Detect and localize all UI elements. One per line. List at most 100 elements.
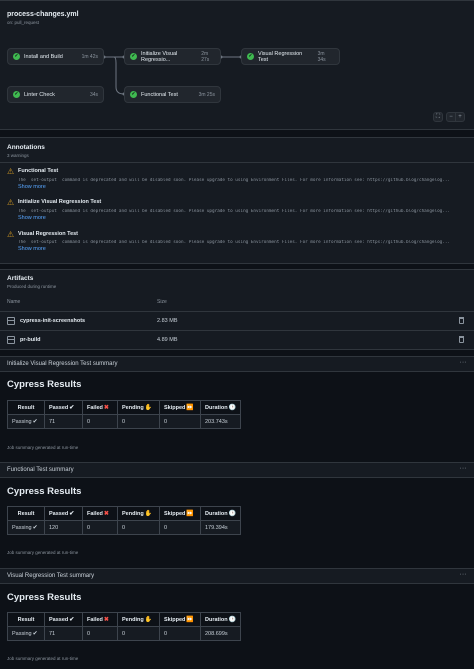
cross-icon: ✖ (103, 617, 109, 623)
job-name: Initialize Visual Regressio... (141, 50, 178, 63)
hand-icon: ✋ (144, 405, 153, 411)
clock-icon: 🕒 (228, 511, 237, 517)
artifact-size: 4.89 MB (157, 337, 178, 343)
results-table: Result Passed✔ Failed✖ Pending✋ Skipped⏩… (7, 400, 242, 429)
job-visual-regression-test[interactable]: ✓ Visual Regression Test 3m 34s (241, 48, 340, 65)
col-duration: Duration🕒 (199, 506, 242, 521)
results-table: Result Passed✔ Failed✖ Pending✋ Skipped⏩… (7, 506, 242, 535)
summary-heading: Initialize Visual Regression Test summar… (7, 361, 118, 367)
trash-icon[interactable] (459, 336, 464, 343)
success-check-icon: ✓ (13, 53, 20, 60)
table-row: Passing✔ 71 0 0 0 203.743s (7, 414, 242, 429)
success-check-icon: ✓ (247, 53, 254, 60)
annotation-message: The `set-output` command is deprecated a… (18, 209, 451, 214)
pending-cell: 0 (117, 414, 160, 429)
duration-cell: 203.743s (199, 414, 242, 429)
fast-forward-icon: ⏩ (186, 617, 194, 623)
annotation-title[interactable]: Initialize Visual Regression Test (18, 199, 101, 205)
trash-icon[interactable] (459, 317, 464, 324)
fullscreen-button[interactable]: ⛶ (433, 112, 443, 122)
job-duration: 3m 34s (317, 50, 326, 63)
col-pending: Pending✋ (117, 506, 160, 521)
col-failed: Failed✖ (82, 612, 118, 627)
cypress-results-title: Cypress Results (7, 379, 82, 390)
warning-icon: ⚠ (7, 167, 15, 176)
job-duration: 3m 25s (198, 91, 215, 98)
kebab-menu-icon[interactable]: ··· (458, 571, 468, 580)
check-icon: ✔ (69, 511, 75, 517)
zoom-in-button[interactable]: + (455, 112, 465, 122)
col-passed: Passed✔ (44, 612, 83, 627)
passed-cell: 71 (44, 626, 83, 641)
summary-heading: Visual Regression Test summary (7, 573, 95, 579)
clock-icon: 🕒 (228, 617, 237, 623)
annotation-title[interactable]: Visual Regression Test (18, 231, 78, 237)
hand-icon: ✋ (144, 617, 153, 623)
skipped-cell: 0 (159, 626, 201, 641)
failed-cell: 0 (82, 414, 118, 429)
col-pending: Pending✋ (117, 400, 160, 415)
col-skipped: Skipped⏩ (159, 612, 201, 627)
artifact-size: 2.83 MB (157, 318, 178, 324)
artifact-name[interactable]: cypress-init-screenshots (20, 318, 85, 324)
annotation-title[interactable]: Functional Test (18, 168, 58, 174)
workflow-graph-panel: process-changes.yml on: pull_request ✓ I… (0, 0, 474, 130)
summary-footer: Job summary generated at run-time (7, 656, 79, 661)
annotations-panel: Annotations 3 warnings ⚠ Functional Test… (0, 137, 474, 264)
show-more-link[interactable]: Show more (18, 246, 46, 252)
job-linter-check[interactable]: ✓ Linter Check 34s (7, 86, 104, 103)
package-icon (7, 336, 15, 344)
fast-forward-icon: ⏩ (186, 511, 194, 517)
result-cell: Passing✔ (7, 626, 45, 641)
passed-cell: 120 (44, 520, 83, 535)
job-duration: 1m 42s (81, 53, 98, 60)
summary-header: Initialize Visual Regression Test summar… (0, 356, 474, 372)
annotation-message: The `set-output` command is deprecated a… (18, 240, 451, 245)
col-skipped: Skipped⏩ (159, 506, 201, 521)
artifacts-subtitle: Produced during runtime (7, 284, 57, 289)
show-more-link[interactable]: Show more (18, 215, 46, 221)
show-more-link[interactable]: Show more (18, 184, 46, 190)
col-duration: Duration🕒 (199, 612, 242, 627)
failed-cell: 0 (82, 626, 118, 641)
job-duration: 2m 27s (201, 50, 210, 63)
job-name: Install and Build (24, 53, 63, 60)
artifacts-title: Artifacts (7, 275, 34, 282)
kebab-menu-icon[interactable]: ··· (458, 465, 468, 474)
check-icon: ✔ (32, 419, 38, 425)
job-functional-test[interactable]: ✓ Functional Test 3m 25s (124, 86, 221, 103)
job-name: Functional Test (141, 91, 178, 98)
warning-icon: ⚠ (7, 230, 15, 239)
summary-header: Functional Test summary ··· (0, 462, 474, 478)
job-name: Visual Regression Test (258, 50, 303, 63)
pending-cell: 0 (117, 626, 160, 641)
package-icon (7, 317, 15, 325)
col-passed: Passed✔ (44, 400, 83, 415)
warning-icon: ⚠ (7, 198, 15, 207)
passed-cell: 71 (44, 414, 83, 429)
table-row: Passing✔ 71 0 0 0 208.699s (7, 626, 242, 641)
job-initialize-visual-regression[interactable]: ✓ Initialize Visual Regressio... 2m 27s (124, 48, 221, 65)
col-duration: Duration🕒 (199, 400, 242, 415)
cypress-results-title: Cypress Results (7, 486, 82, 497)
annotations-count: 3 warnings (7, 153, 29, 158)
annotation-message: The `set-output` command is deprecated a… (18, 178, 451, 183)
artifacts-size-header: Size (157, 299, 167, 305)
summary-footer: Job summary generated at run-time (7, 550, 79, 555)
check-icon: ✔ (32, 631, 38, 637)
artifact-row: pr-build 4.89 MB (0, 330, 474, 349)
cypress-results-title: Cypress Results (7, 592, 82, 603)
artifact-row: cypress-init-screenshots 2.83 MB (0, 311, 474, 330)
col-skipped: Skipped⏩ (159, 400, 201, 415)
check-icon: ✔ (32, 525, 38, 531)
fast-forward-icon: ⏩ (186, 405, 194, 411)
artifact-name[interactable]: pr-build (20, 337, 40, 343)
artifacts-panel: Artifacts Produced during runtime Name S… (0, 269, 474, 350)
col-result: Result (7, 506, 45, 521)
duration-cell: 179.394s (199, 520, 242, 535)
table-row: Passing✔ 120 0 0 0 179.394s (7, 520, 242, 535)
col-pending: Pending✋ (117, 612, 160, 627)
job-install-and-build[interactable]: ✓ Install and Build 1m 42s (7, 48, 104, 65)
kebab-menu-icon[interactable]: ··· (458, 359, 468, 368)
pending-cell: 0 (117, 520, 160, 535)
